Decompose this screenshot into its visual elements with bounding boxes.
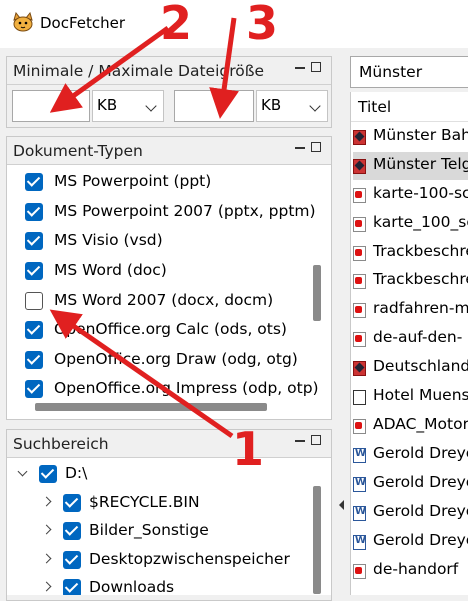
annotation-arrows xyxy=(49,17,239,439)
annotation-arrow-2 xyxy=(49,25,170,113)
annotation-number-2: 2 xyxy=(160,0,193,50)
annotation-arrow-3 xyxy=(209,17,239,119)
annotation-number-1: 1 xyxy=(232,422,265,476)
annotation-number-3: 3 xyxy=(246,0,279,50)
annotation-arrow-1 xyxy=(49,309,234,439)
